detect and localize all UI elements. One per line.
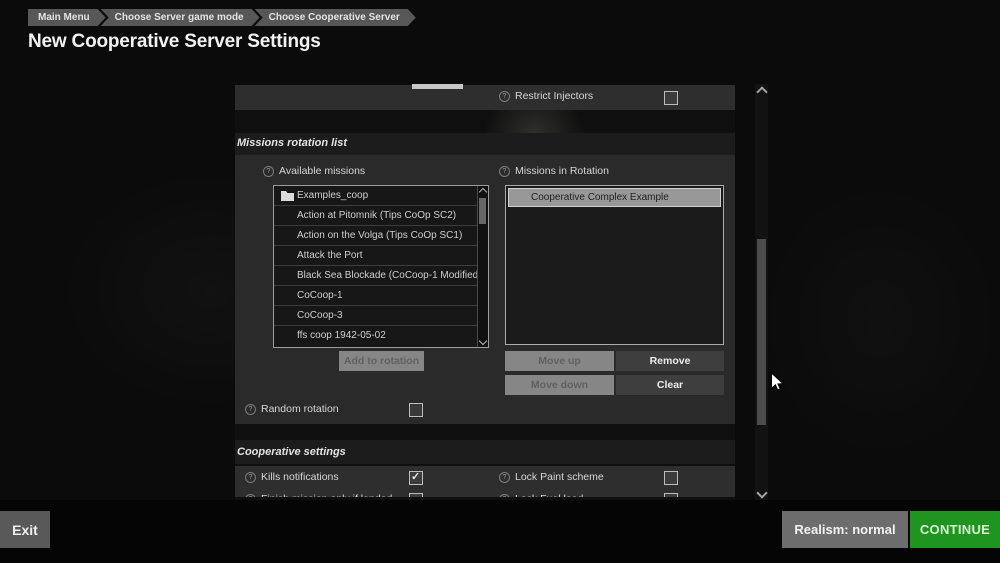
help-icon[interactable] xyxy=(499,90,510,102)
coop-server-settings-screen: Main Menu Choose Server game mode Choose… xyxy=(0,0,1000,563)
missions-in-rotation-label: Missions in Rotation xyxy=(515,165,609,177)
missions-in-rotation-list: Cooperative Complex Example xyxy=(505,185,724,345)
help-icon[interactable] xyxy=(263,165,274,177)
missions-rotation-header: Missions rotation list xyxy=(237,137,348,149)
available-missions-list: Examples_coop Action at Pitomnik (Tips C… xyxy=(273,185,489,348)
breadcrumb-coop-server[interactable]: Choose Cooperative Server xyxy=(255,9,416,26)
random-rotation-label: Random rotation xyxy=(261,403,339,415)
scroll-up-icon[interactable] xyxy=(756,86,768,98)
clear-button[interactable]: Clear xyxy=(616,375,724,395)
clipped-left-setting: Finish mission only if landed xyxy=(245,493,392,497)
move-up-button[interactable]: Move up xyxy=(505,351,614,371)
list-item[interactable]: ffs coop 1942-05-02 xyxy=(274,326,478,346)
cooperative-settings-header: Cooperative settings xyxy=(237,446,346,458)
realism-button[interactable]: Realism: normal xyxy=(782,511,908,548)
clipped-left-checkbox[interactable] xyxy=(409,493,423,497)
lock-paint-checkbox[interactable] xyxy=(664,471,678,485)
random-rotation-setting: Random rotation xyxy=(245,403,339,415)
scroll-up-icon[interactable] xyxy=(478,187,488,197)
help-icon[interactable] xyxy=(499,471,510,483)
restrict-injectors-checkbox[interactable] xyxy=(664,91,678,105)
list-item[interactable]: Black Sea Blockade (CoCoop-1 Modified) xyxy=(274,266,478,286)
cooperative-settings-header-band: Cooperative settings xyxy=(235,440,735,464)
scroll-down-icon[interactable] xyxy=(756,487,768,499)
scroll-down-icon[interactable] xyxy=(478,336,488,346)
available-missions-label: Available missions xyxy=(279,165,366,177)
scrollbar-thumb[interactable] xyxy=(479,198,486,224)
kills-notifications-checkbox[interactable] xyxy=(409,470,423,485)
page-scrollbar[interactable] xyxy=(755,84,768,501)
list-item[interactable]: Action at Pitomnik (Tips CoOp SC2) xyxy=(274,206,478,226)
list-scrollbar[interactable] xyxy=(477,186,488,347)
clipped-right-checkbox[interactable] xyxy=(664,493,678,497)
list-item[interactable]: Action on the Volga (Tips CoOp SC1) xyxy=(274,226,478,246)
help-icon[interactable] xyxy=(245,493,256,497)
add-to-rotation-button[interactable]: Add to rotation xyxy=(339,351,424,371)
lock-paint-setting: Lock Paint scheme xyxy=(499,471,604,483)
missions-in-rotation-heading: Missions in Rotation xyxy=(499,165,609,177)
mouse-cursor xyxy=(771,372,785,391)
cooperative-settings-rows: Kills notifications Lock Paint scheme Fi… xyxy=(235,466,735,497)
clipped-left-label: Finish mission only if landed xyxy=(261,493,392,497)
rotation-list-item-selected[interactable]: Cooperative Complex Example xyxy=(508,188,721,207)
list-item[interactable]: CoCoop-1 xyxy=(274,286,478,306)
scrollbar-thumb[interactable] xyxy=(757,239,766,425)
clipped-control-indicator xyxy=(412,84,463,89)
background-scene xyxy=(760,180,1000,460)
restrict-injectors-row xyxy=(235,85,735,110)
restrict-injectors-label: Restrict Injectors xyxy=(515,90,594,102)
help-icon[interactable] xyxy=(245,403,256,415)
list-item[interactable]: CoCoop-3 xyxy=(274,306,478,326)
breadcrumb-main-menu[interactable]: Main Menu xyxy=(28,9,106,26)
list-item[interactable]: Attack the Port xyxy=(274,246,478,266)
lock-paint-label: Lock Paint scheme xyxy=(515,471,604,483)
kills-notifications-setting: Kills notifications xyxy=(245,471,339,483)
breadcrumb-game-mode[interactable]: Choose Server game mode xyxy=(101,9,260,26)
page-title: New Cooperative Server Settings xyxy=(28,31,321,52)
exit-button[interactable]: Exit xyxy=(0,511,50,548)
help-icon[interactable] xyxy=(245,471,256,483)
list-item-folder[interactable]: Examples_coop xyxy=(274,186,478,206)
available-missions-heading: Available missions xyxy=(263,165,365,177)
help-icon[interactable] xyxy=(499,493,510,497)
remove-button[interactable]: Remove xyxy=(616,351,724,371)
folder-icon xyxy=(281,191,294,201)
restrict-injectors-setting: Restrict Injectors xyxy=(499,90,593,102)
kills-notifications-label: Kills notifications xyxy=(261,471,339,483)
breadcrumb: Main Menu Choose Server game mode Choose… xyxy=(28,9,416,26)
missions-rotation-header-band: Missions rotation list xyxy=(235,133,735,155)
help-icon[interactable] xyxy=(499,165,510,177)
clipped-right-label: Lock Fuel load xyxy=(515,493,583,497)
random-rotation-checkbox[interactable] xyxy=(409,403,423,417)
clipped-right-setting: Lock Fuel load xyxy=(499,493,583,497)
continue-button[interactable]: CONTINUE xyxy=(910,511,1000,548)
move-down-button[interactable]: Move down xyxy=(505,375,614,395)
